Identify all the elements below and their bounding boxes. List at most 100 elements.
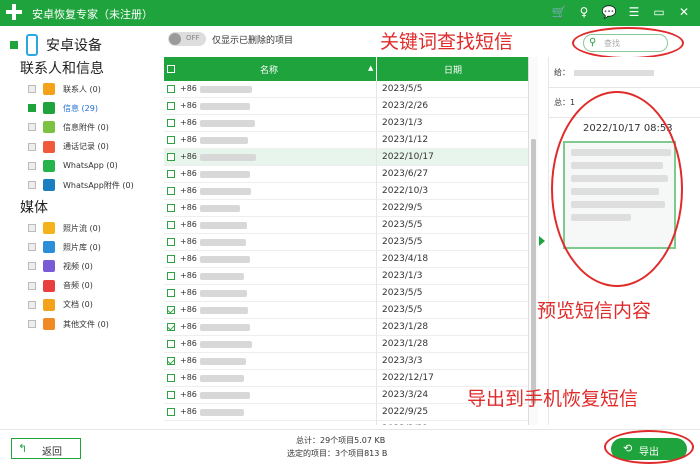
category-checkbox[interactable] <box>28 85 36 93</box>
row-checkbox[interactable] <box>167 170 175 178</box>
table-row[interactable]: +86 2023/5/5 <box>164 234 528 251</box>
select-all-checkbox[interactable] <box>167 65 175 73</box>
row-checkbox[interactable] <box>167 153 175 161</box>
row-checkbox[interactable] <box>167 306 175 314</box>
category-checkbox[interactable] <box>28 281 36 290</box>
table-row[interactable]: +86 2023/2/26 <box>164 98 528 115</box>
category-checkbox[interactable] <box>28 243 36 252</box>
sidebar-item-whatsapp[interactable]: WhatsApp (0) <box>28 159 118 173</box>
contact-prefix: +86 <box>180 271 197 280</box>
table-row[interactable]: +86 2023/5/5 <box>164 302 528 319</box>
table-row[interactable]: +86 2023/3/3 <box>164 353 528 370</box>
row-checkbox[interactable] <box>167 323 175 331</box>
sidebar-item-whatsapp-attachment[interactable]: WhatsApp附件 (0) <box>28 178 134 192</box>
category-checkbox[interactable] <box>28 181 36 189</box>
menu-icon[interactable]: ☰ <box>626 4 642 20</box>
sidebar-item-video[interactable]: 视频 (0) <box>28 259 93 273</box>
message-date: 2023/1/28 <box>382 339 429 349</box>
row-checkbox[interactable] <box>167 85 175 93</box>
row-checkbox[interactable] <box>167 102 175 110</box>
device-row[interactable]: 安卓设备 <box>10 34 102 56</box>
table-scrollbar[interactable] <box>529 57 538 425</box>
sidebar-item-photo-stream[interactable]: 照片流 (0) <box>28 221 101 235</box>
deleted-only-toggle[interactable]: OFF <box>168 32 206 46</box>
table-row[interactable]: +86 2023/1/3 <box>164 115 528 132</box>
table-row[interactable]: +86 2023/6/27 <box>164 166 528 183</box>
row-checkbox[interactable] <box>167 119 175 127</box>
category-checkbox[interactable] <box>28 262 36 271</box>
table-row[interactable]: +86 2023/1/28 <box>164 319 528 336</box>
sidebar: 安卓设备 联系人和信息 联系人 (0) 信息 (29) 信息附件 (0) 通话记录 (… <box>0 26 163 429</box>
minimize-icon[interactable]: ▭ <box>651 4 667 20</box>
category-checkbox[interactable] <box>28 300 36 309</box>
row-checkbox[interactable] <box>167 408 175 416</box>
row-checkbox[interactable] <box>167 221 175 229</box>
cell-divider <box>376 404 377 421</box>
cell-divider <box>376 285 377 302</box>
row-checkbox[interactable] <box>167 289 175 297</box>
sidebar-item-document[interactable]: 文档 (0) <box>28 298 93 312</box>
device-checkbox[interactable] <box>10 41 18 49</box>
category-checkbox[interactable] <box>28 142 36 151</box>
table-row[interactable]: +86 2023/1/12 <box>164 132 528 149</box>
row-checkbox[interactable] <box>167 187 175 195</box>
contact-redacted <box>200 290 247 297</box>
row-checkbox[interactable] <box>167 238 175 246</box>
row-checkbox[interactable] <box>167 204 175 212</box>
sidebar-item-messages[interactable]: 信息 (29) <box>28 101 98 115</box>
sidebar-item-call-log[interactable]: 通话记录 (0) <box>28 140 109 154</box>
row-checkbox[interactable] <box>167 357 175 365</box>
contact-prefix: +86 <box>180 339 197 348</box>
scrollbar-thumb[interactable] <box>531 139 536 404</box>
chat-icon[interactable]: 💬 <box>601 4 617 20</box>
col-name-header[interactable]: 名称 <box>260 63 278 76</box>
table-row[interactable]: +86 2022/9/5 <box>164 200 528 217</box>
table-row[interactable]: +86 2023/5/5 <box>164 217 528 234</box>
back-button[interactable]: ↰ 返回 <box>11 438 81 459</box>
table-row[interactable]: +86 2023/5/5 <box>164 285 528 302</box>
category-checkbox[interactable] <box>28 123 36 132</box>
annotation-oval-preview <box>551 91 683 287</box>
table-row[interactable]: +86 2022/10/17 <box>164 149 528 166</box>
category-checkbox[interactable] <box>28 320 36 328</box>
key-icon[interactable]: ♀ <box>576 4 592 20</box>
row-checkbox[interactable] <box>167 255 175 263</box>
table-row[interactable]: +86 2022/10/3 <box>164 183 528 200</box>
toggle-label: OFF <box>186 34 200 42</box>
message-date: 2023/1/3 <box>382 271 423 281</box>
contact-redacted <box>200 188 251 195</box>
table-row[interactable]: +86 2023/5/5 <box>164 81 528 98</box>
message-date: 2023/3/24 <box>382 390 429 400</box>
category-checkbox[interactable] <box>28 161 36 170</box>
message-date: 2023/1/12 <box>382 135 429 145</box>
sidebar-item-attachment[interactable]: 信息附件 (0) <box>28 120 109 134</box>
cell-divider <box>376 353 377 370</box>
cell-divider <box>376 319 377 336</box>
row-checkbox[interactable] <box>167 340 175 348</box>
cart-icon[interactable]: 🛒 <box>551 4 567 20</box>
sidebar-item-photo-library[interactable]: 照片库 (0) <box>28 240 101 254</box>
expand-arrow-icon[interactable] <box>539 236 545 246</box>
table-row[interactable]: +86 2023/1/3 <box>164 268 528 285</box>
close-icon[interactable]: ✕ <box>676 4 692 20</box>
attachment-icon <box>43 121 55 134</box>
message-date: 2022/9/25 <box>382 407 429 417</box>
row-checkbox[interactable] <box>167 136 175 144</box>
row-checkbox[interactable] <box>167 272 175 280</box>
table-row[interactable]: +86 2023/4/18 <box>164 251 528 268</box>
sidebar-item-audio[interactable]: 音频 (0) <box>28 279 93 293</box>
table-row[interactable]: 1568 2023/3/31 <box>164 421 528 425</box>
cell-divider <box>376 132 377 149</box>
row-checkbox[interactable] <box>167 374 175 382</box>
row-checkbox[interactable] <box>167 391 175 399</box>
category-checkbox[interactable] <box>28 224 36 232</box>
sidebar-item-other-files[interactable]: 其他文件 (0) <box>28 317 109 331</box>
app-title: 安卓恢复专家（未注册） <box>32 8 153 21</box>
sidebar-item-contacts[interactable]: 联系人 (0) <box>28 82 101 96</box>
contact-prefix: +86 <box>180 305 197 314</box>
col-date-header[interactable]: 日期 <box>444 63 462 76</box>
sort-up-icon[interactable]: ▲ <box>368 64 373 72</box>
table-row[interactable]: +86 2023/1/28 <box>164 336 528 353</box>
category-checkbox[interactable] <box>28 104 36 113</box>
title-bar-icons: 🛒 ♀ 💬 ☰ ▭ ✕ <box>551 4 692 20</box>
